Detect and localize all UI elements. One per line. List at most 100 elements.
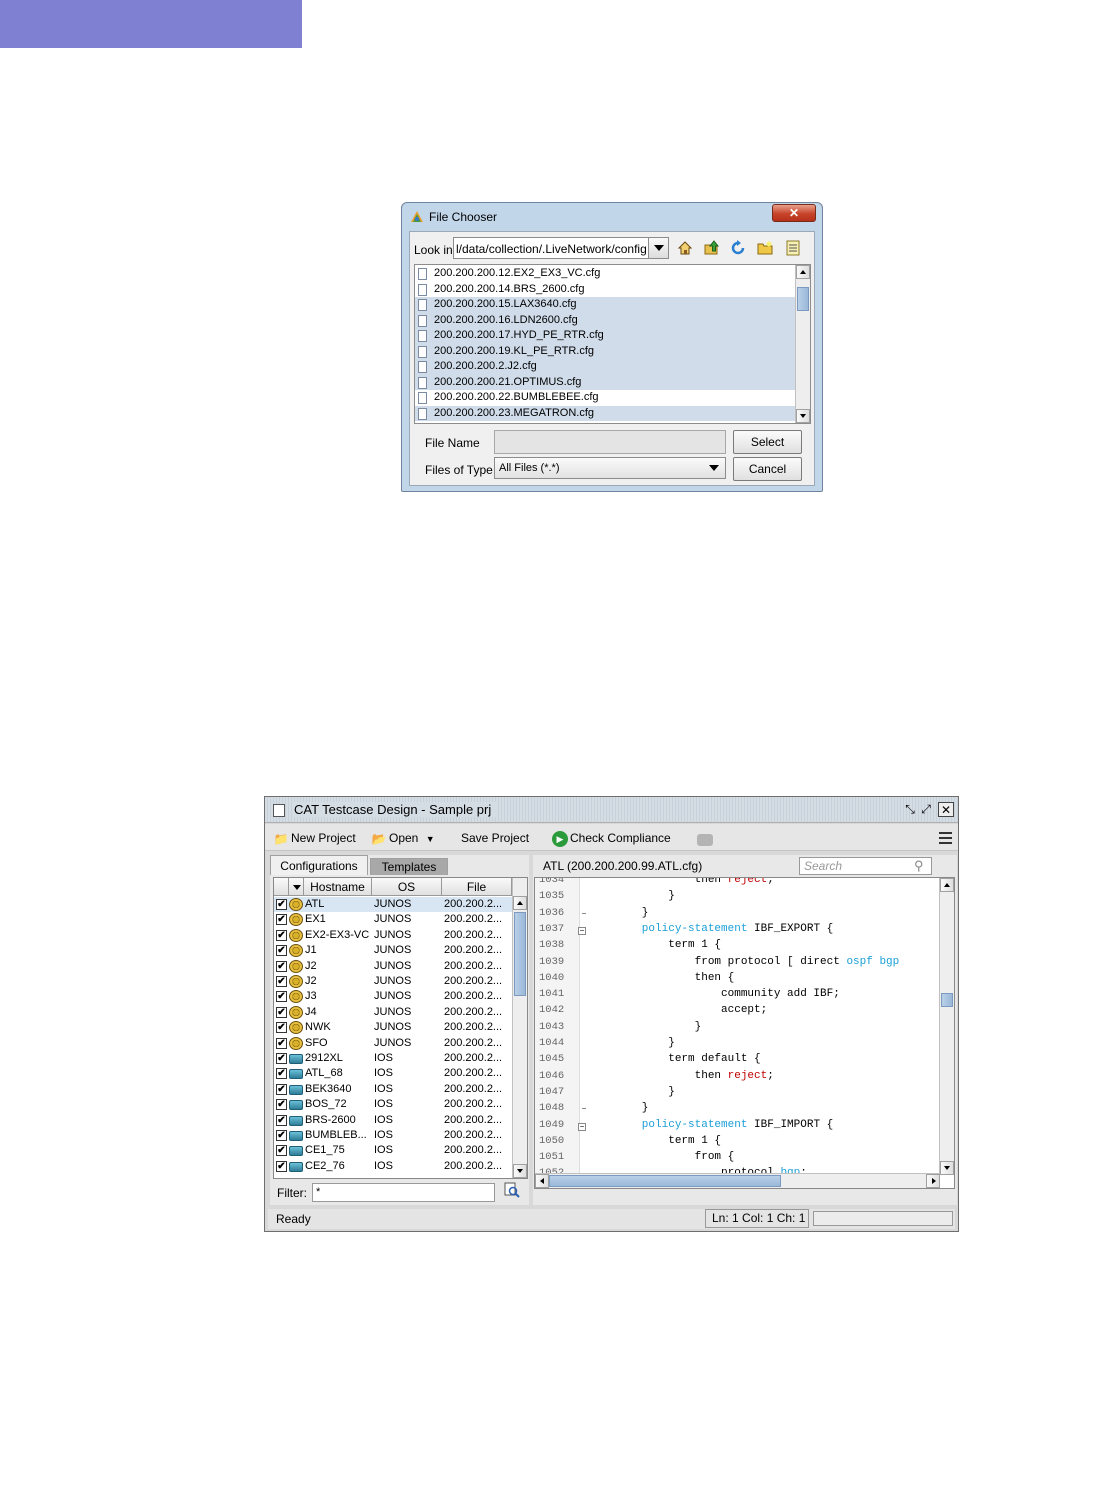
row-checkbox[interactable]: ✔ xyxy=(276,1145,287,1157)
table-row[interactable]: ✔ BEK3640 IOS 200.200.2... xyxy=(274,1082,512,1097)
table-row[interactable]: ✔ BRS-2600 IOS 200.200.2... xyxy=(274,1113,512,1128)
table-row[interactable]: ✔ J3 JUNOS 200.200.2... xyxy=(274,989,512,1004)
look-in-dropdown[interactable]: l/data/collection/.LiveNetwork/config/ xyxy=(453,237,669,259)
table-row[interactable]: ✔ CE2_76 IOS 200.200.2... xyxy=(274,1159,512,1174)
table-row[interactable]: ✔ NWK JUNOS 200.200.2... xyxy=(274,1020,512,1035)
table-row[interactable]: ✔ EX2-EX3-VC JUNOS 200.200.2... xyxy=(274,928,512,943)
row-checkbox[interactable]: ✔ xyxy=(276,1083,287,1095)
file-list-item[interactable]: 200.200.200.15.LAX3640.cfg xyxy=(415,297,796,313)
fold-toggle-icon[interactable]: − xyxy=(578,926,586,935)
refresh-icon[interactable] xyxy=(729,240,747,258)
fold-toggle-icon[interactable]: − xyxy=(578,1122,586,1131)
scroll-down-button[interactable] xyxy=(796,409,810,423)
file-list-item[interactable]: 200.200.200.16.LDN2600.cfg xyxy=(415,312,796,328)
file-list-item[interactable]: 200.200.200.23.MEGATRON.cfg xyxy=(415,405,796,421)
table-row[interactable]: ✔ SFO JUNOS 200.200.2... xyxy=(274,1036,512,1051)
restore-icon[interactable]: ⤡ xyxy=(902,802,918,817)
row-checkbox[interactable]: ✔ xyxy=(276,929,287,941)
row-checkbox[interactable]: ✔ xyxy=(276,1068,287,1080)
check-compliance-button[interactable]: ▶ Check Compliance xyxy=(552,829,671,847)
editor-horizontal-scrollbar[interactable] xyxy=(535,1173,940,1188)
scroll-thumb[interactable] xyxy=(797,287,809,311)
cancel-button[interactable]: Cancel xyxy=(733,457,802,481)
tab-configurations[interactable]: Configurations xyxy=(270,855,368,875)
dialog-titlebar[interactable]: File Chooser ✕ xyxy=(402,203,822,231)
window-titlebar[interactable]: CAT Testcase Design - Sample prj ⤡ ⤢ ✕ xyxy=(265,797,958,823)
row-checkbox[interactable]: ✔ xyxy=(276,960,287,972)
filter-search-icon[interactable] xyxy=(502,1182,522,1202)
file-list-item[interactable]: 200.200.200.2.J2.cfg xyxy=(415,359,796,375)
new-project-button[interactable]: 📁 New Project xyxy=(273,829,356,847)
scroll-up-button[interactable] xyxy=(513,896,527,910)
table-scrollbar[interactable] xyxy=(512,878,527,1178)
table-row[interactable]: ✔ BOS_72 IOS 200.200.2... xyxy=(274,1097,512,1112)
maximize-icon[interactable]: ⤢ xyxy=(918,802,934,817)
table-row[interactable]: ✔ J4 JUNOS 200.200.2... xyxy=(274,1005,512,1020)
select-button[interactable]: Select xyxy=(733,430,802,454)
row-checkbox[interactable]: ✔ xyxy=(276,1006,287,1018)
new-folder-icon[interactable] xyxy=(756,240,774,258)
table-row[interactable]: ✔ ATL JUNOS 200.200.2... xyxy=(274,897,512,913)
row-checkbox[interactable]: ✔ xyxy=(276,1037,287,1049)
os-column-header[interactable]: OS xyxy=(372,878,442,896)
file-column-header[interactable]: File xyxy=(442,878,512,896)
table-row[interactable]: ✔ EX1 JUNOS 200.200.2... xyxy=(274,912,512,927)
open-button[interactable]: 📂 Open ▼ xyxy=(371,829,435,847)
editor-vertical-scrollbar[interactable] xyxy=(939,878,954,1175)
disabled-tool-icon[interactable] xyxy=(697,829,715,847)
row-checkbox[interactable]: ✔ xyxy=(276,1053,287,1064)
details-view-icon[interactable] xyxy=(784,240,802,258)
file-list-item[interactable]: 200.200.200.17.HYD_PE_RTR.cfg xyxy=(415,328,796,344)
file-list-item[interactable]: 200.200.200.19.KL_PE_RTR.cfg xyxy=(415,343,796,359)
row-checkbox[interactable]: ✔ xyxy=(276,976,287,987)
search-icon[interactable]: ⚲ xyxy=(914,859,928,873)
row-checkbox[interactable]: ✔ xyxy=(276,991,287,1003)
table-row[interactable]: ✔ 2912XL IOS 200.200.2... xyxy=(274,1051,512,1066)
scroll-up-button[interactable] xyxy=(940,878,954,892)
table-row[interactable]: ✔ CE1_75 IOS 200.200.2... xyxy=(274,1143,512,1158)
row-checkbox[interactable]: ✔ xyxy=(276,1022,287,1034)
file-list-item[interactable]: 200.200.200.22.BUMBLEBEE.cfg xyxy=(415,390,796,406)
scroll-thumb[interactable] xyxy=(514,912,526,996)
horizontal-scroll-thumb[interactable] xyxy=(549,1175,781,1187)
chevron-down-icon[interactable] xyxy=(648,238,668,258)
scroll-left-button[interactable] xyxy=(535,1174,549,1188)
scroll-right-button[interactable] xyxy=(926,1174,940,1188)
home-icon[interactable] xyxy=(676,240,694,258)
menu-icon[interactable] xyxy=(939,832,952,844)
row-checkbox[interactable]: ✔ xyxy=(276,914,287,926)
row-checkbox[interactable]: ✔ xyxy=(276,945,287,957)
up-folder-icon[interactable] xyxy=(703,240,721,258)
row-checkbox[interactable]: ✔ xyxy=(276,1114,287,1126)
file-list-item[interactable]: 200.200.200.14.BRS_2600.cfg xyxy=(415,282,796,298)
code-editor[interactable]: 1034 then reject; 1035 } 1036 } 1037 − polic… xyxy=(534,877,955,1189)
sort-icon[interactable] xyxy=(289,878,304,896)
hostname-column-header[interactable]: Hostname xyxy=(304,878,372,896)
close-button[interactable]: ✕ xyxy=(772,204,816,222)
search-input[interactable]: Search ⚲ xyxy=(799,857,932,875)
row-checkbox[interactable]: ✔ xyxy=(276,1130,287,1141)
tab-templates[interactable]: Templates xyxy=(370,858,448,875)
file-name-field[interactable] xyxy=(494,430,726,454)
filter-input[interactable]: * xyxy=(312,1183,495,1202)
file-list-item[interactable]: 200.200.200.21.OPTIMUS.cfg xyxy=(415,374,796,390)
table-row[interactable]: ✔ BUMBLEB... IOS 200.200.2... xyxy=(274,1128,512,1143)
file-list-item[interactable]: 200.200.200.12.EX2_EX3_VC.cfg xyxy=(415,266,796,282)
scroll-down-button[interactable] xyxy=(513,1164,527,1178)
files-of-type-dropdown[interactable]: All Files (*.*) xyxy=(494,457,726,479)
row-checkbox[interactable]: ✔ xyxy=(276,899,287,910)
row-checkbox[interactable]: ✔ xyxy=(276,1160,287,1172)
close-icon[interactable]: ✕ xyxy=(938,802,954,817)
scroll-up-button[interactable] xyxy=(796,265,810,279)
table-row[interactable]: ✔ J1 JUNOS 200.200.2... xyxy=(274,943,512,958)
file-list-scrollbar[interactable] xyxy=(795,265,810,423)
scroll-thumb[interactable] xyxy=(941,993,953,1007)
table-row[interactable]: ✔ J2 JUNOS 200.200.2... xyxy=(274,974,512,989)
devices-table[interactable]: Hostname OS File ✔ ATL JUNOS 200.200.2... ✔ E… xyxy=(273,877,528,1179)
scroll-down-button[interactable] xyxy=(940,1161,954,1175)
file-list[interactable]: 200.200.200.12.EX2_EX3_VC.cfg 200.200.200… xyxy=(414,264,811,424)
table-row[interactable]: ✔ J2 JUNOS 200.200.2... xyxy=(274,959,512,974)
select-column-header[interactable] xyxy=(274,878,289,896)
row-checkbox[interactable]: ✔ xyxy=(276,1099,287,1111)
table-row[interactable]: ✔ ATL_68 IOS 200.200.2... xyxy=(274,1066,512,1081)
